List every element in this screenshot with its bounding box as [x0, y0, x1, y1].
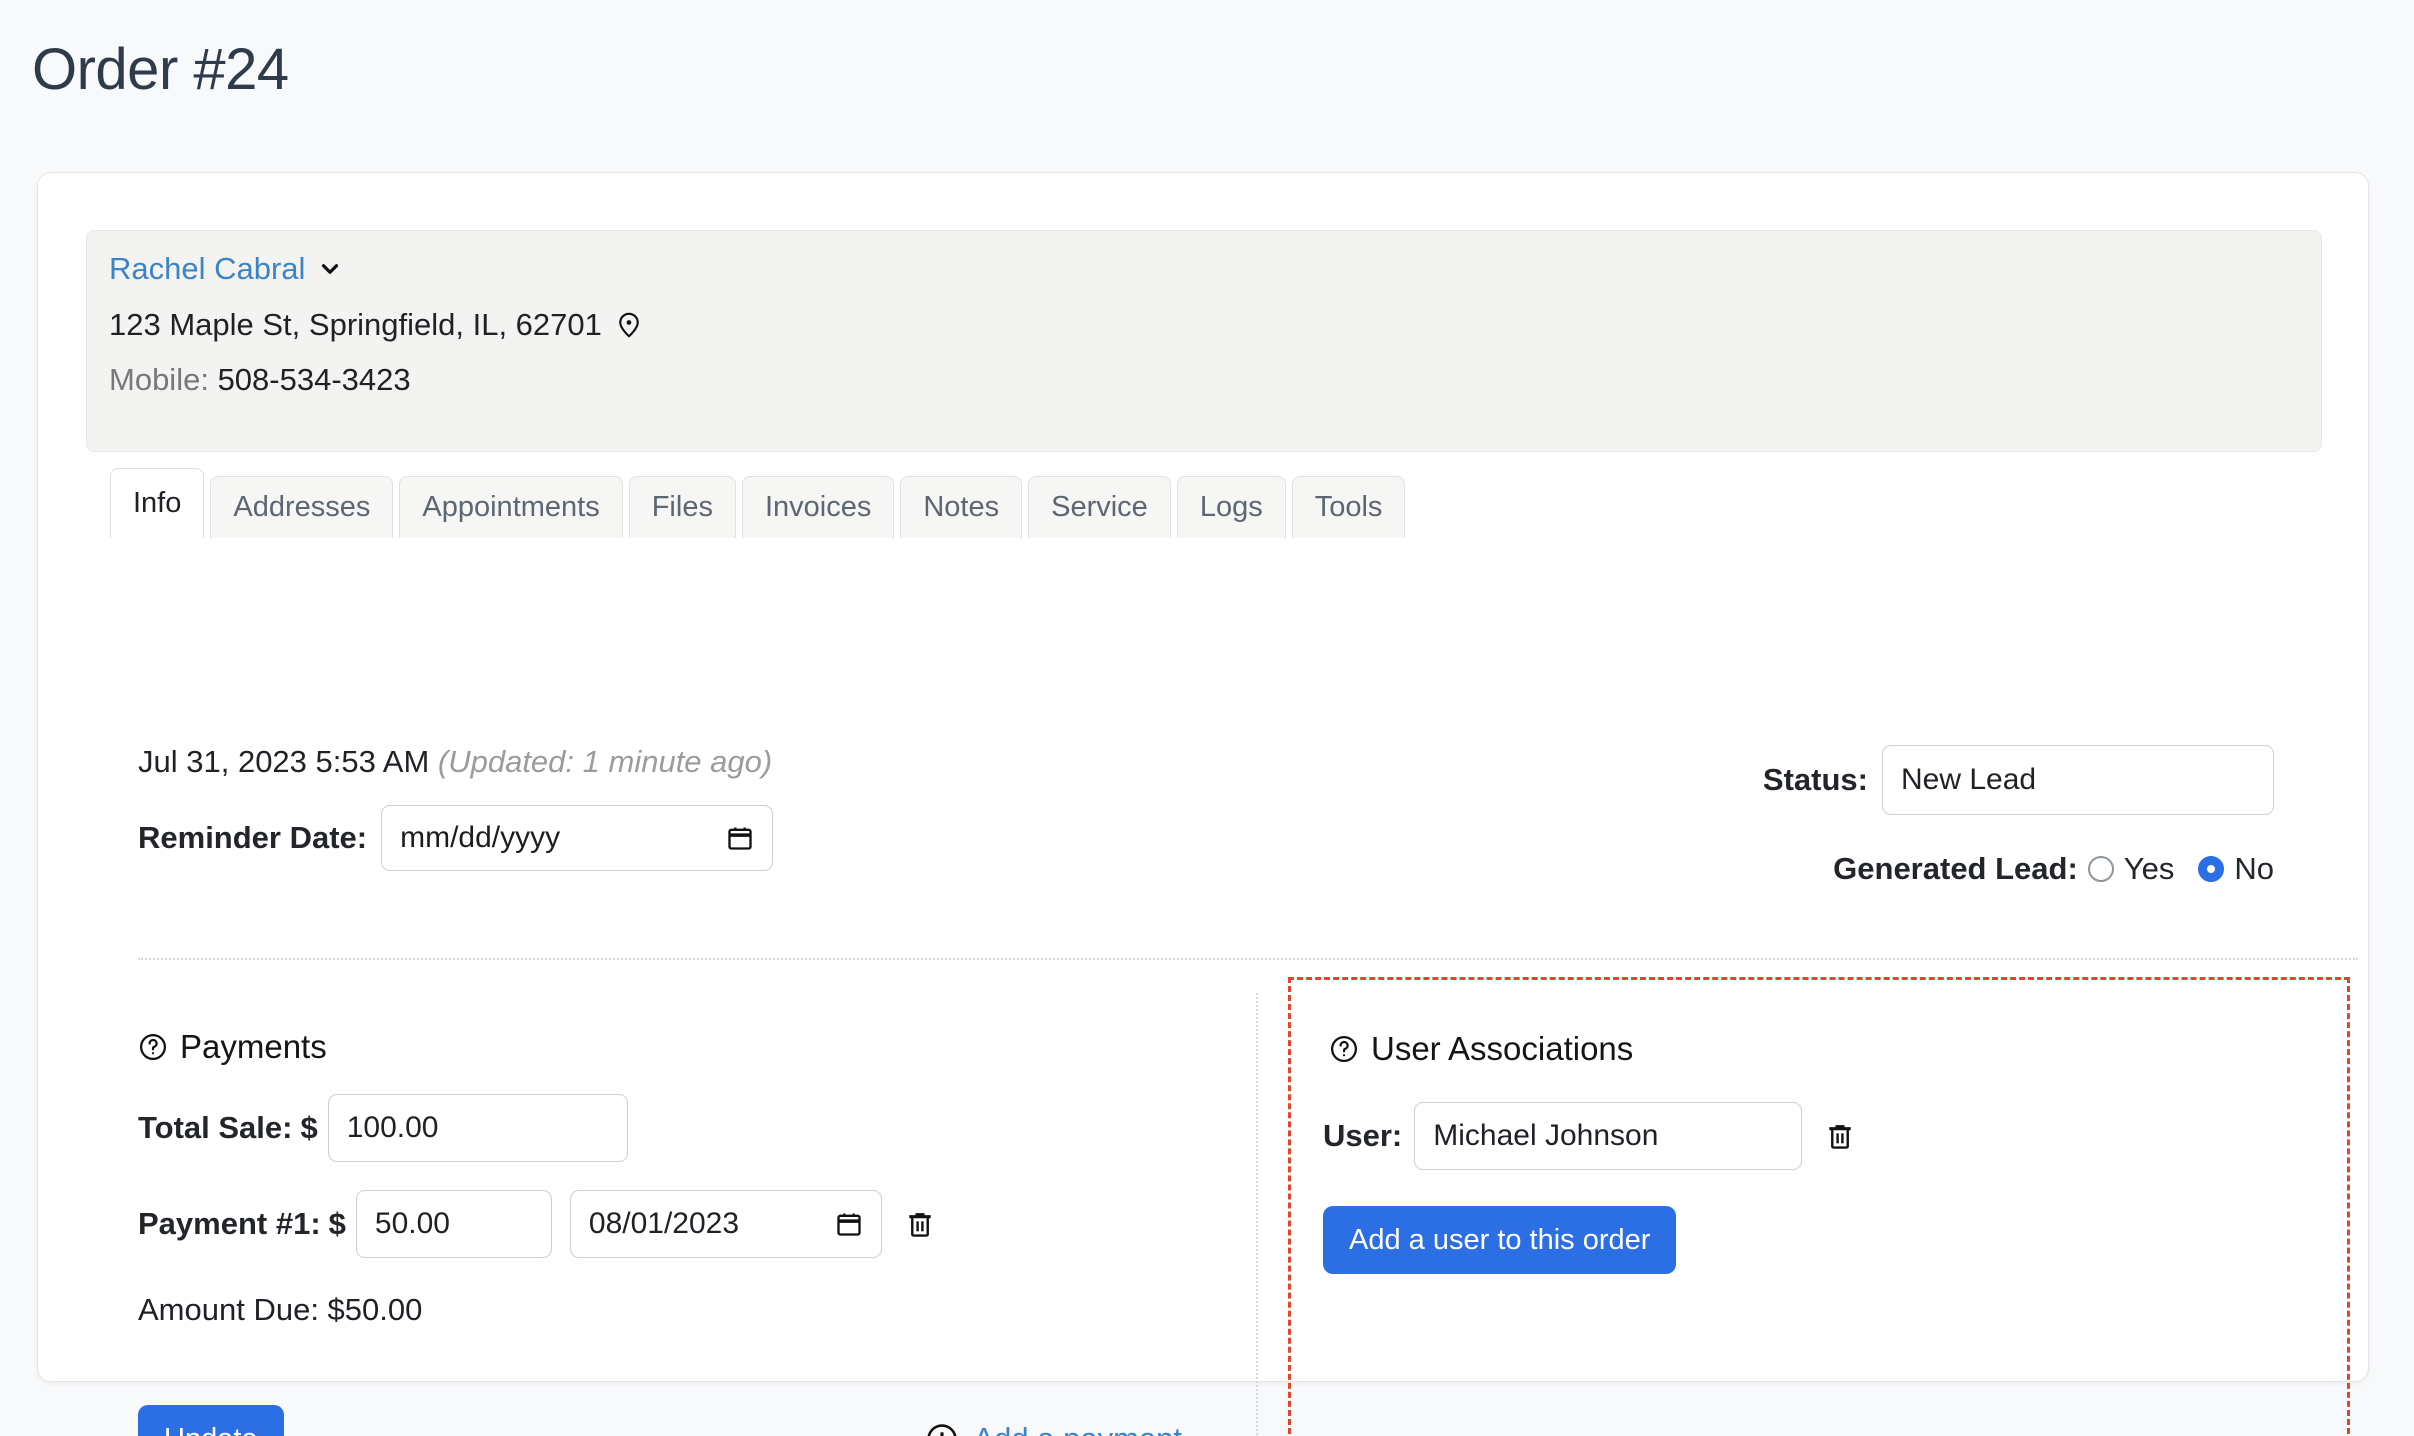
- question-circle-icon[interactable]: [138, 1032, 168, 1062]
- page-title: Order #24: [32, 37, 289, 102]
- tab-info[interactable]: Info: [110, 468, 205, 538]
- section-divider-horizontal: [138, 958, 2358, 960]
- payment-1-amount-input[interactable]: 50.00: [355, 1190, 552, 1258]
- user-associations-heading-row: User Associations: [1329, 1030, 1633, 1068]
- add-payment-label: Add a payment: [973, 1421, 1182, 1436]
- generated-lead-no-radio[interactable]: [2198, 856, 2225, 882]
- generated-lead-row: Generated Lead: Yes No: [1833, 851, 2274, 887]
- user-delete-button[interactable]: [1824, 1120, 1856, 1152]
- status-input[interactable]: New Lead: [1882, 745, 2274, 815]
- order-created-datetime: Jul 31, 2023 5:53 AM: [138, 744, 430, 779]
- generated-lead-label: Generated Lead:: [1833, 851, 2078, 886]
- status-value: New Lead: [1901, 763, 2037, 796]
- tab-appointments[interactable]: Appointments: [399, 476, 623, 538]
- tab-invoices[interactable]: Invoices: [741, 476, 895, 538]
- tab-tools[interactable]: Tools: [1291, 476, 1406, 538]
- tab-addresses[interactable]: Addresses: [210, 476, 394, 538]
- add-user-button[interactable]: Add a user to this order: [1323, 1206, 1677, 1274]
- reminder-date-label: Reminder Date:: [138, 820, 368, 855]
- customer-address-row: 123 Maple St, Springfield, IL, 62701: [109, 309, 644, 340]
- reminder-date-input[interactable]: mm/dd/yyyy: [381, 805, 774, 871]
- total-sale-input[interactable]: 100.00: [327, 1094, 628, 1162]
- total-sale-value: 100.00: [346, 1111, 439, 1144]
- map-pin-icon[interactable]: [614, 310, 644, 340]
- customer-name-link[interactable]: Rachel Cabral: [109, 253, 305, 284]
- payment-1-currency: $: [328, 1206, 346, 1241]
- total-sale-label: Total Sale:: [138, 1110, 293, 1145]
- payment-1-delete-button[interactable]: [904, 1208, 936, 1240]
- payments-heading-row: Payments: [138, 1028, 936, 1066]
- calendar-icon[interactable]: [835, 1210, 863, 1238]
- user-associations-panel: User Associations User: Michael Johnson …: [1288, 977, 2350, 1436]
- generated-lead-no-label: No: [2234, 851, 2274, 886]
- order-tabs: Info Addresses Appointments Files Invoic…: [110, 468, 1406, 538]
- payments-footer: Update Add a payment: [138, 1405, 1198, 1436]
- order-card: Rachel Cabral 123 Maple St, Springfield,…: [37, 172, 2369, 1436]
- tab-files[interactable]: Files: [628, 476, 736, 538]
- customer-mobile-label: Mobile:: [109, 362, 209, 397]
- customer-name-row[interactable]: Rachel Cabral: [109, 253, 343, 284]
- reminder-date-placeholder: mm/dd/yyyy: [400, 821, 561, 854]
- generated-lead-yes-label: Yes: [2123, 851, 2175, 886]
- customer-mobile-value: 508-534-3423: [217, 362, 411, 397]
- update-button[interactable]: Update: [138, 1405, 284, 1436]
- user-value: Michael Johnson: [1433, 1119, 1659, 1152]
- question-circle-icon[interactable]: [1329, 1034, 1359, 1064]
- tab-notes[interactable]: Notes: [900, 476, 1023, 538]
- payment-row-1: Payment #1: $ 50.00 08/01/2023: [138, 1190, 936, 1258]
- customer-address: 123 Maple St, Springfield, IL, 62701: [109, 307, 602, 342]
- trash-icon: [1824, 1120, 1856, 1152]
- tab-logs[interactable]: Logs: [1176, 476, 1286, 538]
- payments-section: Payments Total Sale: $ 100.00 Payment #1…: [138, 1028, 936, 1328]
- order-timestamp-row: Jul 31, 2023 5:53 AM (Updated: 1 minute …: [138, 743, 772, 780]
- add-payment-button[interactable]: Add a payment: [925, 1421, 1182, 1436]
- total-sale-row: Total Sale: $ 100.00: [138, 1094, 936, 1162]
- customer-mobile-row: Mobile: 508-534-3423: [109, 364, 411, 395]
- calendar-icon[interactable]: [726, 824, 754, 852]
- payment-1-date-input[interactable]: 08/01/2023: [569, 1190, 882, 1258]
- user-input[interactable]: Michael Johnson: [1414, 1102, 1803, 1170]
- user-association-row: User: Michael Johnson: [1323, 1102, 1856, 1170]
- user-label: User:: [1323, 1118, 1403, 1153]
- payment-1-amount-value: 50.00: [374, 1207, 450, 1240]
- chevron-down-icon[interactable]: [317, 256, 343, 282]
- payment-1-date-value: 08/01/2023: [588, 1207, 740, 1240]
- payment-1-label: Payment #1:: [138, 1206, 321, 1241]
- payments-heading: Payments: [180, 1028, 327, 1065]
- reminder-date-row: Reminder Date: mm/dd/yyyy: [138, 805, 774, 871]
- customer-summary-panel: Rachel Cabral 123 Maple St, Springfield,…: [86, 230, 2322, 452]
- total-sale-currency: $: [300, 1110, 318, 1145]
- status-label: Status:: [1762, 762, 1868, 797]
- section-divider-vertical: [1256, 993, 1258, 1436]
- amount-due: Amount Due: $50.00: [138, 1292, 423, 1327]
- order-updated-note: (Updated: 1 minute ago): [437, 744, 773, 779]
- trash-icon: [904, 1208, 936, 1240]
- status-row: Status: New Lead: [1763, 745, 2274, 815]
- order-detail-page: Order #24 Rachel Cabral 123 Maple St, Sp…: [0, 0, 2414, 1436]
- user-associations-heading: User Associations: [1371, 1030, 1634, 1067]
- tab-service[interactable]: Service: [1028, 476, 1171, 538]
- generated-lead-yes-radio[interactable]: [2087, 856, 2114, 882]
- plus-circle-icon: [925, 1422, 959, 1436]
